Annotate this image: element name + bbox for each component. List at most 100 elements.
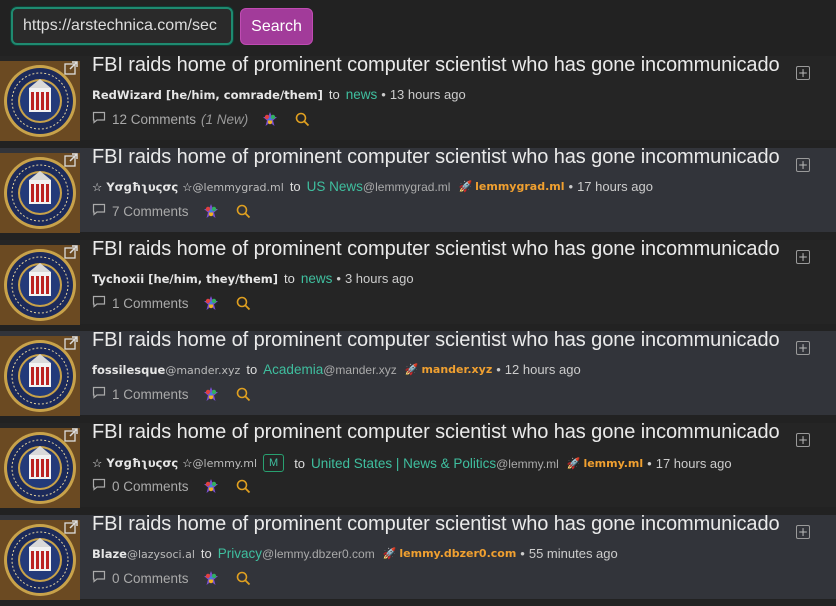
post-community[interactable]: US News@lemmygrad.ml	[307, 179, 451, 194]
post-meta: Blaze@lazysoci.al to Privacy@lemmy.dbzer0…	[92, 546, 618, 561]
search-icon[interactable]	[236, 479, 251, 494]
external-link-icon[interactable]	[63, 519, 79, 535]
community-instance: @mander.xyz	[323, 363, 397, 377]
community-name: Privacy	[217, 546, 263, 561]
instance-link[interactable]: lemmygrad.ml	[475, 180, 564, 193]
comments-link[interactable]: 0 Comments	[92, 478, 189, 494]
crosspost-icon[interactable]	[203, 386, 219, 402]
author-instance: @lazysoci.al	[126, 547, 195, 561]
community-name: Academia	[263, 362, 324, 377]
post-meta: ☆ Υσɡħʅυςσς ☆@lemmygrad.ml to US News@lem…	[92, 179, 653, 194]
to-label: to	[200, 546, 212, 561]
post-community[interactable]: United States | News & Politics@lemmy.ml	[311, 456, 559, 471]
comment-icon	[92, 111, 112, 127]
post-item: FBI raids home of prominent computer sci…	[0, 54, 836, 141]
post-title[interactable]: FBI raids home of prominent computer sci…	[92, 54, 780, 77]
post-community[interactable]: Privacy@lemmy.dbzer0.com	[218, 546, 375, 561]
post-author[interactable]: ☆ Υσɡħʅυςσς ☆@lemmygrad.ml	[92, 180, 284, 194]
post-community[interactable]: news	[301, 271, 333, 286]
rocket-icon: 🚀	[458, 181, 473, 193]
instance-link[interactable]: lemmy.dbzer0.com	[399, 547, 516, 560]
search-icon[interactable]	[236, 387, 251, 402]
crosspost-icon[interactable]	[262, 111, 278, 127]
search-input[interactable]	[11, 7, 233, 45]
comment-icon	[92, 203, 112, 219]
separator-dot: •	[647, 455, 652, 471]
community-name: United States | News & Politics	[311, 455, 497, 471]
rocket-icon: 🚀	[404, 364, 419, 376]
external-link-icon[interactable]	[63, 335, 79, 351]
comments-count: 7 Comments	[112, 203, 189, 219]
comment-icon	[92, 570, 112, 586]
comments-link[interactable]: 1 Comments	[92, 386, 189, 402]
post-time: 3 hours ago	[344, 271, 414, 286]
search-button[interactable]: Search	[240, 8, 313, 45]
search-icon[interactable]	[236, 204, 251, 219]
comments-link[interactable]: 0 Comments	[92, 570, 189, 586]
external-link-icon[interactable]	[63, 427, 79, 443]
crosspost-icon[interactable]	[203, 478, 219, 494]
top-search-bar: Search	[0, 0, 836, 56]
separator-dot: •	[520, 546, 525, 561]
separator-dot: •	[496, 362, 501, 377]
author-name: Tychoxii [he/him, they/them]	[92, 271, 279, 286]
post-actions: 7 Comments	[92, 203, 251, 219]
comments-count: 12 Comments	[112, 111, 197, 127]
post-author[interactable]: ☆ Υσɡħʅυςσς ☆@lemmy.ml	[92, 456, 257, 470]
author-name: ☆ Υσɡħʅυςσς ☆	[92, 456, 193, 470]
post-community[interactable]: Academia@mander.xyz	[263, 362, 397, 377]
author-name: Blaze	[92, 546, 127, 561]
crosspost-icon[interactable]	[203, 295, 219, 311]
to-label: to	[289, 179, 301, 194]
expand-plus-icon[interactable]: +	[796, 341, 810, 355]
post-author[interactable]: Tychoxii [he/him, they/them]	[92, 272, 278, 286]
post-title[interactable]: FBI raids home of prominent computer sci…	[92, 238, 780, 261]
post-author[interactable]: fossilesque@mander.xyz	[92, 363, 240, 377]
expand-plus-icon[interactable]: +	[796, 250, 810, 264]
external-link-icon[interactable]	[63, 152, 79, 168]
post-time: 13 hours ago	[389, 87, 466, 102]
comments-count: 1 Comments	[112, 386, 189, 402]
instance-link[interactable]: lemmy.ml	[583, 457, 643, 470]
author-instance: @lemmygrad.ml	[192, 180, 284, 194]
expand-plus-icon[interactable]: +	[796, 433, 810, 447]
comments-link[interactable]: 12 Comments (1 New)	[92, 111, 248, 127]
comments-link[interactable]: 7 Comments	[92, 203, 189, 219]
separator-dot: •	[381, 87, 386, 102]
post-time: 12 hours ago	[504, 362, 581, 377]
author-name: RedWizard [he/him, comrade/them]	[92, 87, 323, 102]
post-actions: 0 Comments	[92, 478, 251, 494]
post-actions: 12 Comments (1 New)	[92, 111, 310, 127]
post-title[interactable]: FBI raids home of prominent computer sci…	[92, 421, 780, 444]
crosspost-icon[interactable]	[203, 203, 219, 219]
post-community[interactable]: news	[346, 87, 378, 102]
community-name: news	[300, 271, 333, 286]
post-title[interactable]: FBI raids home of prominent computer sci…	[92, 146, 780, 169]
comments-count: 1 Comments	[112, 295, 189, 311]
external-link-icon[interactable]	[63, 244, 79, 260]
post-author[interactable]: Blaze@lazysoci.al	[92, 547, 195, 561]
external-link-icon[interactable]	[63, 60, 79, 76]
post-item: FBI raids home of prominent computer sci…	[0, 421, 836, 508]
expand-plus-icon[interactable]: +	[796, 525, 810, 539]
expand-plus-icon[interactable]: +	[796, 158, 810, 172]
crosspost-icon[interactable]	[203, 570, 219, 586]
post-meta: ☆ Υσɡħʅυςσς ☆@lemmy.ml Mto United States …	[92, 454, 732, 472]
comments-count: 0 Comments	[112, 570, 189, 586]
instance-link[interactable]: mander.xyz	[421, 363, 492, 376]
search-icon[interactable]	[236, 296, 251, 311]
author-name: fossilesque	[92, 362, 166, 377]
search-icon[interactable]	[236, 571, 251, 586]
post-author[interactable]: RedWizard [he/him, comrade/them]	[92, 88, 323, 102]
author-instance: @lemmy.ml	[192, 457, 258, 470]
comments-link[interactable]: 1 Comments	[92, 295, 189, 311]
post-title[interactable]: FBI raids home of prominent computer sci…	[92, 329, 780, 352]
expand-plus-icon[interactable]: +	[796, 66, 810, 80]
post-title[interactable]: FBI raids home of prominent computer sci…	[92, 513, 780, 536]
rocket-icon: 🚀	[382, 548, 397, 560]
search-icon[interactable]	[295, 112, 310, 127]
comment-icon	[92, 386, 112, 402]
community-instance: @lemmygrad.ml	[362, 180, 451, 194]
author-instance: @mander.xyz	[165, 363, 241, 377]
community-name: US News	[306, 179, 363, 194]
